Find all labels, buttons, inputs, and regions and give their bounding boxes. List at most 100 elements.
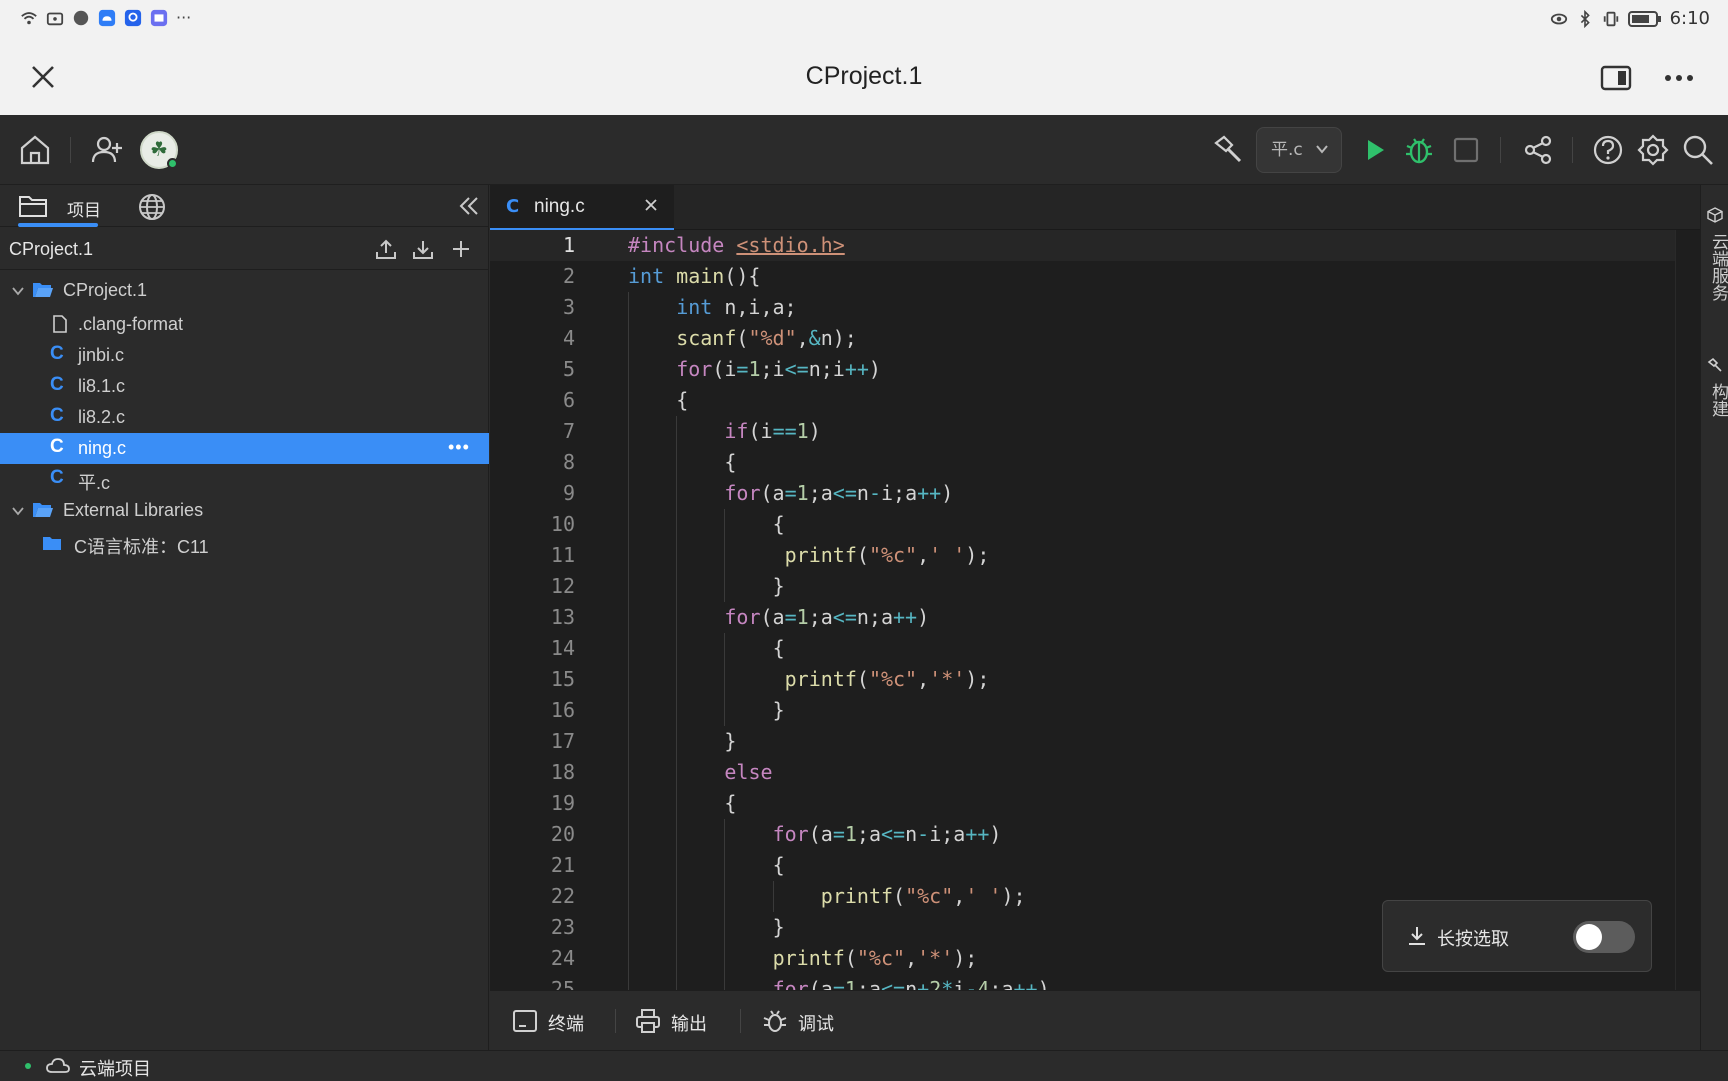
code-line[interactable]: 16} — [490, 695, 1675, 726]
printer-icon — [636, 1009, 660, 1033]
code-line[interactable]: 8{ — [490, 447, 1675, 478]
code-line[interactable]: 18 else — [490, 757, 1675, 788]
close-tab-icon[interactable] — [644, 198, 658, 212]
build-tab[interactable]: 构建 — [1706, 383, 1728, 417]
collapse-sidebar-icon[interactable] — [458, 195, 480, 217]
bug-icon — [763, 1010, 787, 1032]
connection-status-dot — [25, 1063, 31, 1069]
run-icon[interactable] — [1358, 133, 1392, 167]
code-line[interactable]: 1 #include <stdio.h> — [490, 230, 1675, 261]
tab-project[interactable]: 项目 — [67, 196, 101, 221]
code-line[interactable]: 6{ — [490, 385, 1675, 416]
tree-item-label: jinbi.c — [78, 345, 125, 365]
code-line[interactable]: 3 int n,i,a; — [490, 292, 1675, 323]
project-sidebar: 项目 CProject.1 CProject.1 .clang-format C… — [0, 185, 489, 1050]
code-line[interactable]: 17} — [490, 726, 1675, 757]
cloud-project-label[interactable]: 云端项目 — [79, 1055, 151, 1081]
indent-guide — [724, 571, 726, 602]
code-line[interactable]: 25 for(a=1;a<=n+2*i-4;a++) — [490, 974, 1675, 990]
code-line[interactable]: 20 for(a=1;a<=n-i;a++) — [490, 819, 1675, 850]
terminal-icon — [513, 1010, 537, 1032]
tab-debug[interactable]: 调试 — [762, 1006, 852, 1036]
line-number: 12 — [550, 574, 575, 598]
code-text: { — [724, 791, 737, 815]
tab-output[interactable]: 输出 — [635, 1006, 725, 1036]
code-line[interactable]: 15 printf("%c",'*'); — [490, 664, 1675, 695]
download-icon[interactable] — [412, 238, 434, 260]
code-line[interactable]: 9 for(a=1;a<=n-i;a++) — [490, 478, 1675, 509]
item-more-icon[interactable]: ••• — [448, 437, 470, 458]
code-line[interactable]: 2 int main(){ — [490, 261, 1675, 292]
code-line[interactable]: 10 { — [490, 509, 1675, 540]
more-options-icon[interactable] — [1662, 66, 1696, 90]
tree-item-c-standard[interactable]: C语言标准：C11 — [0, 528, 489, 559]
indent-guide — [628, 323, 629, 354]
code-text: int main(){ — [628, 264, 761, 288]
tree-item-external-libraries[interactable]: External Libraries — [0, 495, 489, 528]
tree-item-clang-format[interactable]: .clang-format — [0, 309, 489, 340]
line-number: 23 — [550, 915, 575, 939]
code-line[interactable]: 19 { — [490, 788, 1675, 819]
home-icon[interactable] — [18, 133, 52, 167]
editor-tab-ning[interactable]: C ning.c — [490, 185, 674, 230]
tree-item-jinbi[interactable]: C jinbi.c — [0, 340, 489, 371]
tree-item-label: ning.c — [78, 438, 127, 458]
code-line[interactable]: 13 for(a=1;a<=n;a++) — [490, 602, 1675, 633]
indent-guide — [676, 602, 678, 633]
line-number: 7 — [562, 419, 575, 443]
run-target-selector[interactable]: 平.c — [1256, 127, 1342, 173]
indent-guide — [676, 416, 678, 447]
code-line[interactable]: 5 for(i=1;i<=n;i++) — [490, 354, 1675, 385]
tree-item-li8-1[interactable]: C li8.1.c — [0, 371, 489, 402]
split-screen-icon[interactable] — [1600, 64, 1632, 92]
upload-icon[interactable] — [375, 238, 397, 260]
code-text: printf("%c",' '); — [820, 884, 1026, 908]
editor-scrollbar[interactable] — [1675, 230, 1700, 990]
settings-icon[interactable] — [1636, 133, 1670, 167]
folder-icon[interactable] — [18, 193, 48, 219]
bluetooth-icon — [1580, 9, 1590, 28]
code-line[interactable]: 11 printf("%c",' '); — [490, 540, 1675, 571]
line-number: 11 — [550, 543, 575, 567]
code-line[interactable]: 4 scanf("%d",&n); — [490, 323, 1675, 354]
open-folder-icon — [33, 283, 53, 297]
indent-guide — [676, 881, 678, 912]
plus-icon[interactable] — [450, 238, 472, 260]
more-notifications-icon: ··· — [176, 8, 192, 27]
stop-icon[interactable] — [1449, 133, 1483, 167]
status-left-icons: ··· — [20, 8, 191, 27]
add-user-icon[interactable] — [90, 133, 124, 167]
indent-guide — [676, 447, 678, 478]
help-icon[interactable] — [1591, 133, 1625, 167]
code-text: { — [772, 636, 785, 660]
code-line[interactable]: 7 if(i==1) — [490, 416, 1675, 447]
debug-icon[interactable] — [1402, 133, 1436, 167]
active-tab-indicator — [18, 223, 98, 227]
hammer-icon[interactable] — [1707, 357, 1723, 373]
tab-divider — [740, 1009, 741, 1033]
avatar-image: ☘ — [150, 137, 168, 161]
code-area[interactable]: 1 #include <stdio.h> 2 int main(){3 int n,i,… — [490, 230, 1675, 990]
line-number: 16 — [550, 698, 575, 722]
long-press-select-toggle[interactable] — [1573, 921, 1635, 953]
code-line[interactable]: 12} — [490, 571, 1675, 602]
chevron-down-icon — [12, 507, 24, 516]
avatar[interactable]: ☘ — [140, 131, 178, 169]
indent-guide — [676, 509, 678, 540]
code-line[interactable]: 14 { — [490, 633, 1675, 664]
globe-icon[interactable] — [138, 193, 166, 221]
window-title-bar: CProject.1 — [0, 40, 1728, 115]
tree-item-ning[interactable]: C ning.c ••• — [0, 433, 489, 464]
tree-item-project-folder[interactable]: CProject.1 — [0, 275, 489, 309]
tree-item-li8-2[interactable]: C li8.2.c — [0, 402, 489, 433]
search-icon[interactable] — [1681, 133, 1715, 167]
tree-item-ping[interactable]: C 平.c — [0, 464, 489, 495]
hammer-icon[interactable] — [1210, 133, 1244, 167]
cloud-service-tab[interactable]: 云端服务 — [1706, 233, 1728, 301]
code-line[interactable]: 21 { — [490, 850, 1675, 881]
code-text: scanf("%d",&n); — [676, 326, 857, 350]
share-icon[interactable] — [1521, 133, 1555, 167]
cube-icon[interactable] — [1707, 207, 1723, 223]
tab-terminal[interactable]: 终端 — [512, 1006, 602, 1036]
code-editor: C ning.c 1 #include <stdio.h> 2 int main(){… — [490, 185, 1700, 990]
